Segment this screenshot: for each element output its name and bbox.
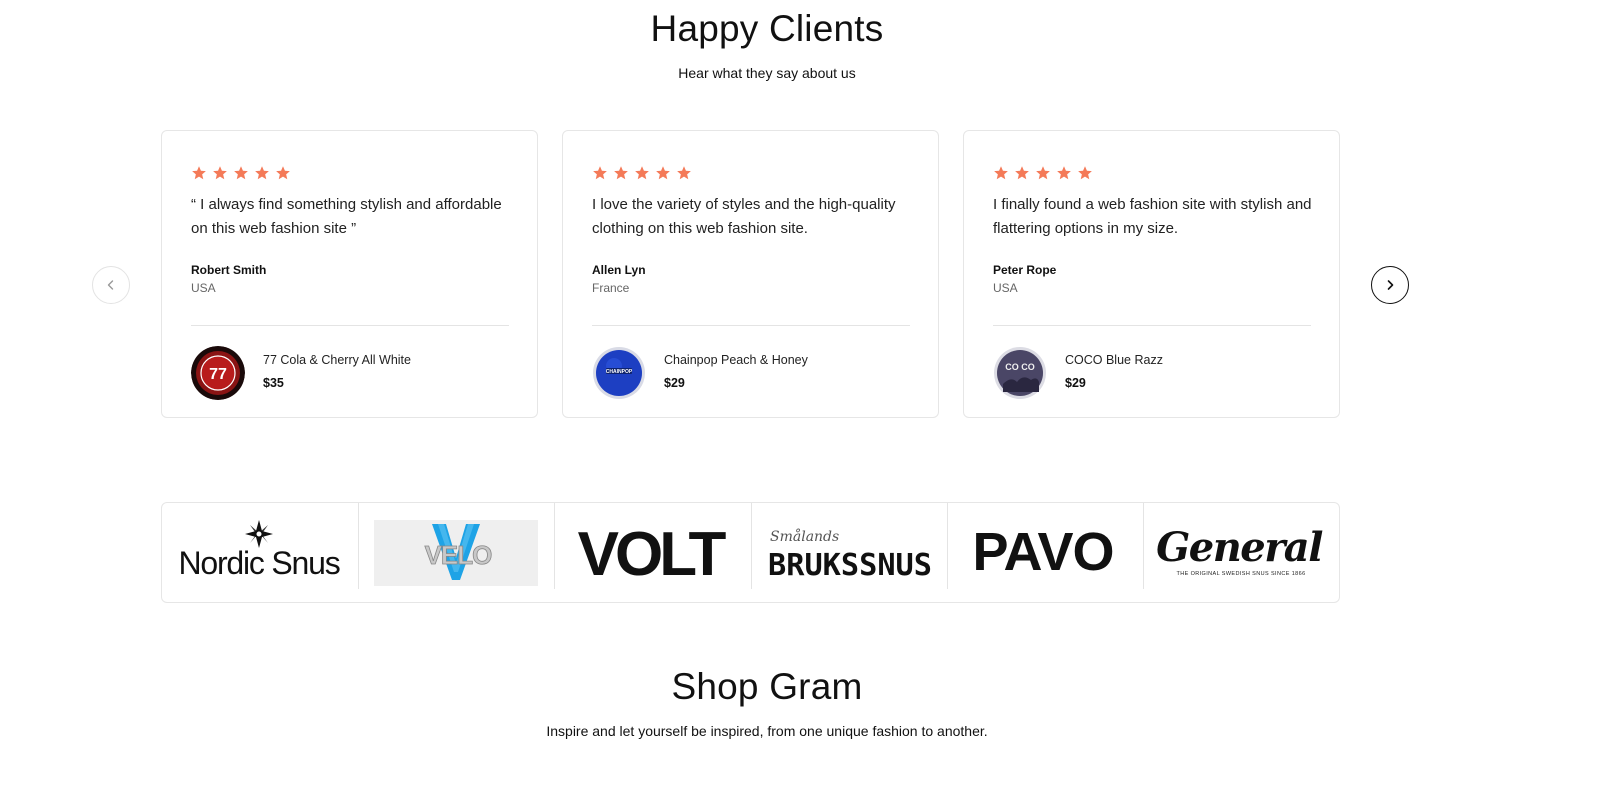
star-icon: [614, 166, 628, 180]
star-icon: [1036, 166, 1050, 180]
section-subtitle: Inspire and let yourself be inspired, fr…: [546, 723, 988, 739]
testimonial-quote: I love the variety of styles and the hig…: [592, 196, 896, 237]
testimonial-card: I finally found a web fashion site with …: [963, 130, 1340, 418]
product-thumbnail[interactable]: CHAINPOP: [592, 346, 646, 400]
brand-logo-general[interactable]: General THE ORIGINAL SWEDISH SNUS SINCE …: [1142, 503, 1339, 602]
star-rating: [191, 165, 291, 181]
testimonial-quote: I finally found a web fashion site with …: [993, 196, 1312, 237]
star-icon: [1057, 166, 1071, 180]
star-icon: [635, 166, 649, 180]
brand-name: Nordic Snus: [179, 545, 340, 581]
section-subtitle: Hear what they say about us: [678, 65, 856, 81]
section-title-shop-gram: Shop Gram: [671, 666, 863, 707]
brand-name: BRUKSSNUS: [768, 548, 932, 583]
brand-logo-nordic-snus[interactable]: Nordic Snus: [162, 503, 358, 602]
product-thumb-label: CHAINPOP: [606, 369, 633, 375]
section-title-happy-clients: Happy Clients: [650, 8, 884, 49]
product-thumb-label: 77: [209, 366, 227, 383]
star-icon: [677, 166, 691, 180]
brand-name: VOLT: [578, 523, 727, 583]
testimonial-country: USA: [993, 281, 1018, 295]
carousel-next-button[interactable]: [1371, 266, 1409, 304]
product-name-link[interactable]: 77 Cola & Cherry All White: [263, 353, 411, 367]
brand-tagline: THE ORIGINAL SWEDISH SNUS SINCE 1866: [1176, 571, 1305, 577]
star-icon: [1015, 166, 1029, 180]
star-icon: [276, 166, 290, 180]
brand-name: VELO: [425, 540, 493, 570]
testimonial-author: Peter Rope: [993, 263, 1057, 277]
product-price: $29: [664, 376, 685, 390]
chevron-right-icon: [1387, 280, 1394, 290]
star-icon: [234, 166, 248, 180]
product-thumbnail[interactable]: CO CO: [993, 346, 1047, 400]
star-icon: [255, 166, 269, 180]
brand-script-text: Smålands: [770, 528, 839, 545]
brand-logo-bruks-snus[interactable]: Smålands BRUKSSNUS: [750, 503, 947, 602]
testimonial-card: I love the variety of styles and the hig…: [562, 130, 939, 418]
brand-logo-velo[interactable]: VELO: [358, 503, 554, 602]
compass-star-icon: [245, 519, 274, 548]
testimonial-author: Allen Lyn: [592, 263, 646, 277]
product-thumbnail[interactable]: 77: [191, 346, 245, 400]
brand-logo-pavo[interactable]: PAVO: [946, 503, 1143, 602]
star-rating: [993, 165, 1093, 181]
product-thumb-label: CO CO: [1005, 362, 1035, 372]
chevron-left-icon: [107, 280, 114, 290]
divider: [592, 325, 910, 326]
brand-name: General: [1156, 524, 1323, 571]
product-name-link[interactable]: Chainpop Peach & Honey: [664, 353, 808, 367]
testimonial-quote: “ I always find something stylish and af…: [191, 196, 502, 237]
brand-logo-volt[interactable]: VOLT: [554, 503, 750, 602]
divider: [993, 325, 1311, 326]
star-icon: [656, 166, 670, 180]
testimonial-author: Robert Smith: [191, 263, 267, 277]
product-price: $29: [1065, 376, 1086, 390]
star-icon: [213, 166, 227, 180]
testimonial-card: “ I always find something stylish and af…: [161, 130, 538, 418]
testimonial-country: France: [592, 281, 630, 295]
divider: [191, 325, 509, 326]
star-icon: [994, 166, 1008, 180]
product-name-link[interactable]: COCO Blue Razz: [1065, 353, 1163, 367]
brand-logos-strip: Nordic Snus VELO VOLT Smålands BRUKSSNUS…: [161, 502, 1340, 603]
star-icon: [192, 166, 206, 180]
carousel-prev-button[interactable]: [92, 266, 130, 304]
brand-name: PAVO: [972, 522, 1113, 582]
product-price: $35: [263, 376, 284, 390]
star-icon: [1078, 166, 1092, 180]
star-icon: [593, 166, 607, 180]
star-rating: [592, 165, 692, 181]
testimonial-country: USA: [191, 281, 216, 295]
